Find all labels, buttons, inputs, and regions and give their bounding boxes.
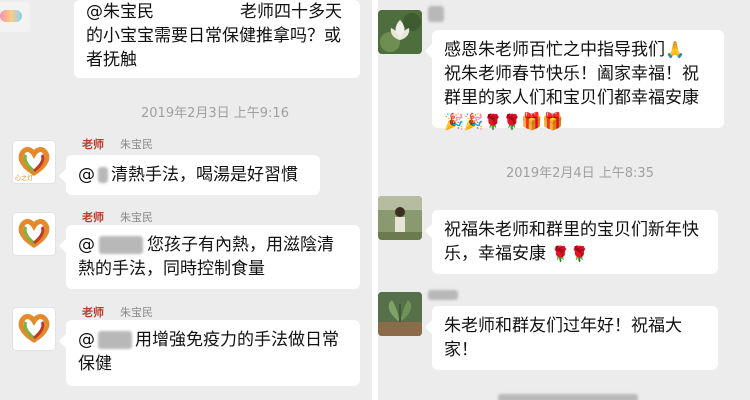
redacted-name	[98, 167, 108, 183]
right-chat-panel: 感恩朱老师百忙之中指导我们🙏 祝朱老师春节快乐！阖家幸福！祝群里的家人们和宝贝们…	[378, 0, 750, 400]
message-body-line1: 感恩朱老师百忙之中指导我们	[444, 40, 665, 60]
redacted-name	[99, 236, 143, 254]
lotus-flower-icon	[378, 10, 422, 54]
party-popper-icon: 🎉	[444, 112, 464, 131]
person-photo-icon	[378, 196, 422, 240]
timestamp: 2019年2月4日 上午8:35	[506, 166, 654, 181]
message-bubble-0[interactable]: @朱宝民 老师四十多天的小宝宝需要日常保健推拿吗？或者抚触	[74, 0, 360, 78]
plant-avatar[interactable]	[378, 292, 422, 336]
rose-icon: 🌹	[551, 245, 571, 263]
teacher-avatar[interactable]: 心之灯	[12, 140, 56, 184]
redacted-sender-name	[428, 290, 458, 300]
rose-icon: 🌹	[483, 113, 503, 131]
pray-icon: 🙏	[665, 40, 685, 59]
teacher-avatar[interactable]	[12, 307, 56, 351]
redacted-sender-name	[428, 6, 444, 22]
partial-avatar[interactable]	[0, 2, 30, 32]
heart-logo-icon	[18, 219, 50, 248]
mention-sender[interactable]: @朱宝民	[86, 2, 154, 22]
party-popper-icon: 🎉	[463, 112, 484, 131]
message-bubble-r1[interactable]: 感恩朱老师百忙之中指导我们🙏 祝朱老师春节快乐！阖家幸福！祝群里的家人们和宝贝们…	[425, 30, 724, 132]
sender-name[interactable]: 朱宝民	[120, 209, 153, 225]
lotus-avatar[interactable]	[378, 10, 422, 54]
sender-name[interactable]: 朱宝民	[120, 136, 153, 152]
role-badge: 老师	[82, 306, 104, 319]
heart-logo-icon	[18, 314, 50, 343]
plant-photo-icon	[378, 292, 422, 336]
sender-name[interactable]: 朱宝民	[120, 304, 153, 320]
role-badge: 老师	[82, 211, 104, 224]
avatar-logo-text: 心之灯	[15, 175, 34, 182]
message-body: 清熱手法，喝湯是好習慣	[111, 165, 298, 185]
mention-tag[interactable]: @	[78, 235, 95, 255]
gift-icon: 🎁	[542, 112, 564, 132]
message-bubble-1[interactable]: @ 清熱手法，喝湯是好習慣	[59, 155, 320, 195]
colorful-icon	[0, 10, 22, 22]
rose-icon: 🌹	[502, 113, 522, 131]
message-body: 朱老师和群友们过年好！祝福大家！	[444, 316, 682, 360]
rose-icon: 🌹	[570, 245, 589, 263]
left-chat-panel: @朱宝民 老师四十多天的小宝宝需要日常保健推拿吗？或者抚触 2019年2月3日 上…	[0, 0, 372, 400]
timestamp: 2019年2月3日 上午9:16	[141, 106, 289, 121]
message-bubble-r2[interactable]: 祝福朱老师和群里的宝贝们新年快乐，幸福安康 🌹🌹	[425, 210, 718, 274]
message-body: 祝朱老师春节快乐！阖家幸福！祝群里的家人们和宝贝们都幸福安康	[444, 64, 699, 108]
mention-tag[interactable]: @	[78, 165, 95, 185]
mention-tag[interactable]: @	[78, 330, 95, 350]
redacted-timestamp	[498, 394, 638, 400]
gift-icon: 🎁	[521, 112, 543, 132]
photo-avatar[interactable]	[378, 196, 422, 240]
message-bubble-3[interactable]: @ 用增強免疫力的手法做日常保健	[59, 320, 360, 386]
teacher-avatar[interactable]	[12, 212, 56, 256]
message-bubble-2[interactable]: @ 您孩子有內熱，用滋陰清熱的手法，同時控制食量	[59, 225, 360, 289]
message-bubble-r3[interactable]: 朱老师和群友们过年好！祝福大家！	[425, 306, 718, 370]
message-text-0: @朱宝民 老师四十多天的小宝宝需要日常保健推拿吗？或者抚触	[86, 0, 348, 72]
redacted-name	[98, 331, 132, 349]
role-badge: 老师	[82, 138, 104, 151]
